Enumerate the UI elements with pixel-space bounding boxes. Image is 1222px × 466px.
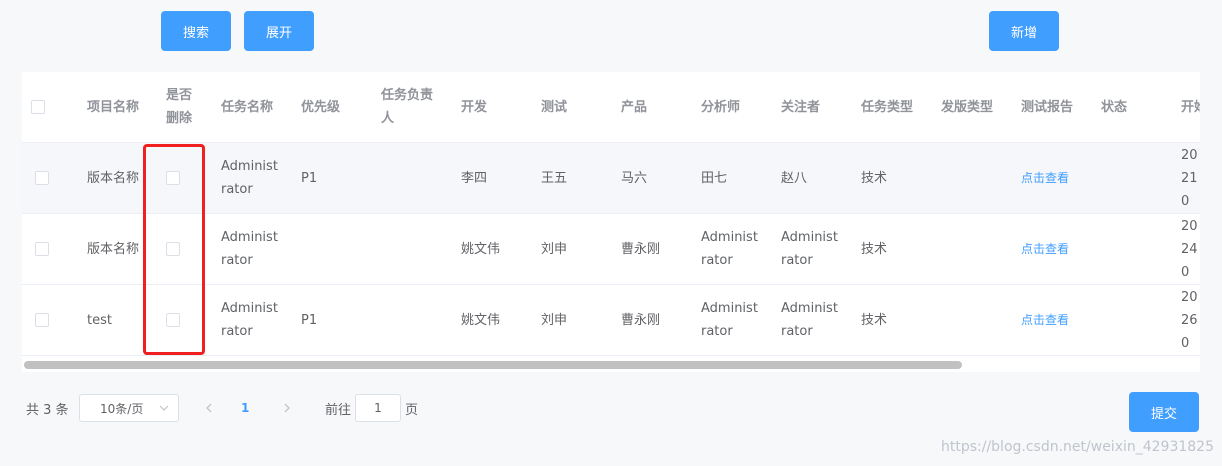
watermark: https://blog.csdn.net/weixin_42931825 <box>940 439 1214 455</box>
chevron-right-icon <box>284 403 290 413</box>
product: 曹永刚 <box>621 241 661 257</box>
expand-button[interactable]: 展开 <box>244 11 314 51</box>
row-select-cell <box>35 285 53 355</box>
table-row[interactable]: 版本名称 Administrator 姚文伟 刘申 曹永刚 Administra… <box>22 214 1200 285</box>
column-header: 开始 <box>1181 99 1200 115</box>
goto-label: 前往 <box>325 402 352 418</box>
column-header: 测试 <box>541 99 568 115</box>
table-header: 项目名称 是否删除 任务名称 优先级 任务负责人 开发 测试 产品 分析师 关注… <box>22 72 1200 143</box>
developer: 姚文伟 <box>461 241 501 257</box>
select-all-cell <box>31 72 49 142</box>
column-header: 关注者 <box>781 99 821 115</box>
priority: P1 <box>301 312 318 328</box>
follower: 赵八 <box>781 170 808 186</box>
test-report-cell: 点击查看 <box>1021 285 1097 355</box>
follower: Administrator <box>781 230 838 268</box>
test-report-cell: 点击查看 <box>1021 143 1097 213</box>
page-size-value: 10条/页 <box>100 401 144 416</box>
prev-page-button[interactable] <box>202 394 216 422</box>
submit-button[interactable]: 提交 <box>1129 392 1199 432</box>
task-name: Administrator <box>221 159 278 197</box>
tester: 刘申 <box>541 312 568 328</box>
view-report-link[interactable]: 点击查看 <box>1021 238 1069 261</box>
follower: Administrator <box>781 301 838 339</box>
horizontal-scrollbar[interactable] <box>22 358 1200 372</box>
column-header: 任务负责人 <box>381 88 434 126</box>
search-button[interactable]: 搜索 <box>161 11 231 51</box>
task-name: Administrator <box>221 230 278 268</box>
page-size-select[interactable]: 10条/页 <box>79 394 179 422</box>
developer: 李四 <box>461 170 488 186</box>
start-time: 2021 0 <box>1181 147 1198 209</box>
task-name: Administrator <box>221 301 278 339</box>
next-page-button[interactable] <box>280 394 294 422</box>
column-header: 测试报告 <box>1021 99 1074 115</box>
data-table: 项目名称 是否删除 任务名称 优先级 任务负责人 开发 测试 产品 分析师 关注… <box>22 72 1200 372</box>
row-select-cell <box>35 214 53 284</box>
row-select-cell <box>35 143 53 213</box>
analyst: 田七 <box>701 170 728 186</box>
total-count: 共 3 条 <box>26 402 69 418</box>
project-name: 版本名称 <box>87 170 140 186</box>
column-header: 开发 <box>461 99 488 115</box>
project-name: test <box>87 312 112 328</box>
task-type: 技术 <box>861 312 888 328</box>
table-row[interactable]: test Administrator P1 姚文伟 刘申 曹永刚 Adminis… <box>22 285 1200 356</box>
view-report-link[interactable]: 点击查看 <box>1021 167 1069 190</box>
deleted-cell <box>166 143 184 213</box>
priority: P1 <box>301 170 318 186</box>
developer: 姚文伟 <box>461 312 501 328</box>
page-number-active[interactable]: 1 <box>241 394 249 422</box>
analyst: Administrator <box>701 301 758 339</box>
column-header: 项目名称 <box>87 99 140 115</box>
analyst: Administrator <box>701 230 758 268</box>
priority <box>301 214 371 284</box>
column-header: 发版类型 <box>941 99 994 115</box>
task-type: 技术 <box>861 241 888 257</box>
tester: 刘申 <box>541 241 568 257</box>
deleted-cell <box>166 214 184 284</box>
task-type: 技术 <box>861 170 888 186</box>
product: 曹永刚 <box>621 312 661 328</box>
goto-page-input[interactable] <box>355 394 401 422</box>
column-header: 分析师 <box>701 99 741 115</box>
tester: 王五 <box>541 170 568 186</box>
column-header: 状态 <box>1101 99 1128 115</box>
start-time: 2026 0 <box>1181 289 1198 351</box>
column-header: 产品 <box>621 99 648 115</box>
scrollbar-thumb[interactable] <box>24 361 962 369</box>
column-header: 任务名称 <box>221 99 274 115</box>
product: 马六 <box>621 170 648 186</box>
row-checkbox[interactable] <box>35 242 49 256</box>
column-header: 是否删除 <box>166 88 193 126</box>
test-report-cell: 点击查看 <box>1021 214 1097 284</box>
start-time: 2024 0 <box>1181 218 1198 280</box>
deleted-cell <box>166 285 184 355</box>
deleted-checkbox[interactable] <box>166 171 180 185</box>
project-name: 版本名称 <box>87 241 140 257</box>
chevron-left-icon <box>206 403 212 413</box>
select-all-checkbox[interactable] <box>31 100 45 114</box>
row-checkbox[interactable] <box>35 171 49 185</box>
table-row[interactable]: 版本名称 Administrator P1 李四 王五 马六 田七 赵八 技术 … <box>22 143 1200 214</box>
deleted-checkbox[interactable] <box>166 242 180 256</box>
goto-suffix: 页 <box>405 402 419 418</box>
add-button[interactable]: 新增 <box>989 11 1059 51</box>
column-header: 任务类型 <box>861 99 914 115</box>
deleted-checkbox[interactable] <box>166 313 180 327</box>
view-report-link[interactable]: 点击查看 <box>1021 309 1069 332</box>
row-checkbox[interactable] <box>35 313 49 327</box>
column-header: 优先级 <box>301 99 341 115</box>
chevron-down-icon <box>159 405 169 411</box>
